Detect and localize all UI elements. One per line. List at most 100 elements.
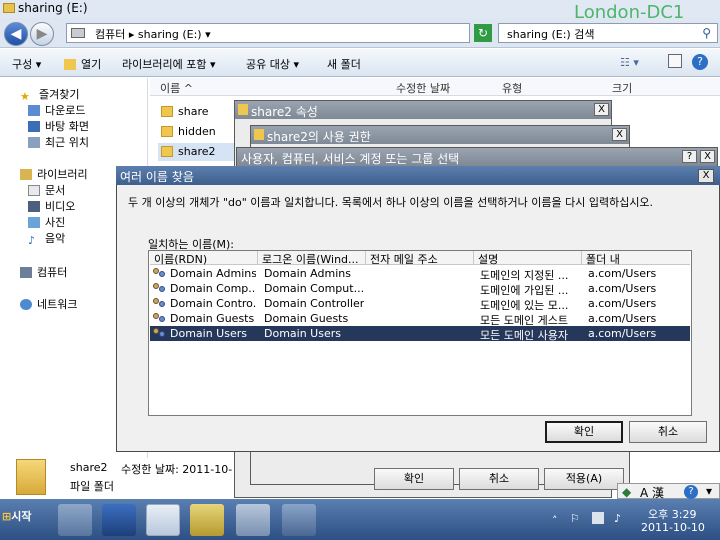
windows-logo-icon: ⊞: [2, 510, 12, 523]
nav-item-network[interactable]: 네트워크: [20, 296, 77, 312]
column-modified[interactable]: 수정한 날짜: [396, 80, 450, 96]
cell-folder: a.com/Users: [588, 297, 657, 310]
preview-pane-icon[interactable]: [668, 54, 682, 68]
forward-button[interactable]: ▶: [30, 22, 54, 46]
cell-folder: a.com/Users: [588, 312, 657, 325]
search-input[interactable]: sharing (E:) 검색 ⚲: [498, 23, 718, 43]
select-users-dialog-title: 사용자, 컴퓨터, 서비스 계정 또는 그룹 선택 ? X: [237, 148, 717, 166]
cell-folder: a.com/Users: [588, 267, 657, 280]
properties-cancel-button[interactable]: 취소: [459, 468, 539, 490]
nav-item-pictures[interactable]: 사진: [28, 214, 65, 230]
list-header-email[interactable]: 전자 메일 주소: [366, 251, 474, 266]
list-row[interactable]: Domain Guests Domain Guests 모든 도메인 게스트 a…: [150, 311, 690, 327]
include-library-button[interactable]: 라이브러리에 포함 ▾: [122, 56, 215, 72]
help-button[interactable]: ?: [682, 150, 697, 163]
explorer-taskbar-icon[interactable]: [146, 504, 180, 536]
ime-language-bar[interactable]: ◆ A 漢 ? ▾: [617, 483, 720, 500]
nav-item-videos[interactable]: 비디오: [28, 198, 75, 214]
list-row-selected[interactable]: Domain Users Domain Users 모든 도메인 사용자 a.c…: [150, 326, 690, 342]
cell-name: Domain Contro...: [170, 297, 256, 310]
properties-ok-button[interactable]: 확인: [374, 468, 454, 490]
download-icon: [28, 105, 40, 116]
nav-label: 문서: [45, 184, 66, 197]
help-icon[interactable]: ?: [684, 485, 698, 499]
clock-time[interactable]: 오후 3:29: [648, 506, 696, 522]
open-button[interactable]: 열기: [64, 56, 101, 72]
clock-date[interactable]: 2011-10-10: [641, 521, 705, 534]
nav-item-favorites[interactable]: ★ 즐겨찾기: [20, 86, 80, 103]
select-users-dialog: 사용자, 컴퓨터, 서비스 계정 또는 그룹 선택 ? X: [236, 147, 718, 167]
chevron-up-icon[interactable]: ˄: [552, 514, 558, 527]
close-button[interactable]: X: [698, 169, 714, 183]
help-icon[interactable]: ?: [692, 54, 708, 70]
ok-button[interactable]: 확인: [545, 421, 623, 443]
list-header-folder[interactable]: 폴더 내: [582, 251, 690, 266]
dialog-message: 두 개 이상의 개체가 "do" 이름과 일치합니다. 목록에서 하나 이상의 …: [128, 196, 654, 209]
new-folder-button[interactable]: 새 폴더: [327, 56, 361, 72]
list-row[interactable]: Domain Contro... Domain Controllers 도메인에…: [150, 296, 690, 312]
back-button[interactable]: ◀: [4, 22, 28, 46]
nav-item-libraries[interactable]: 라이브러리: [20, 166, 88, 182]
file-row-selected[interactable]: share2: [158, 143, 238, 161]
cell-description: 모든 도메인 사용자: [480, 329, 568, 342]
group-icon: [153, 313, 166, 324]
close-button[interactable]: X: [612, 128, 627, 141]
folder-icon: [161, 126, 173, 137]
nav-item-computer[interactable]: 컴퓨터: [20, 264, 67, 280]
flag-icon[interactable]: ⚐: [570, 512, 580, 525]
cancel-button[interactable]: 취소: [629, 421, 707, 443]
select-users-title-text: 사용자, 컴퓨터, 서비스 계정 또는 그룹 선택: [241, 152, 460, 166]
list-row[interactable]: Domain Comp... Domain Comput... 도메인에 가입된…: [150, 281, 690, 297]
computer-icon: [20, 267, 32, 278]
network-share-icon[interactable]: [236, 504, 270, 536]
start-button[interactable]: ⊞시작: [2, 508, 31, 524]
file-name: share: [178, 105, 209, 118]
list-header-logon[interactable]: 로그온 이름(Wind...: [258, 251, 366, 266]
nav-item-recent[interactable]: 최근 위치: [28, 134, 89, 150]
desktop-icon: [28, 121, 40, 132]
properties-title-text: share2 속성: [251, 105, 318, 119]
share-with-button[interactable]: 공유 대상 ▾: [246, 56, 299, 72]
speaker-icon[interactable]: ♪: [614, 512, 621, 525]
computer-management-icon[interactable]: [282, 504, 316, 536]
server-manager-icon[interactable]: [58, 504, 92, 536]
file-row[interactable]: share: [158, 103, 238, 121]
close-button[interactable]: X: [700, 150, 715, 163]
nav-item-documents[interactable]: 문서: [28, 182, 65, 198]
recent-places-icon: [28, 137, 40, 148]
file-row[interactable]: hidden: [158, 123, 238, 141]
nav-label: 즐겨찾기: [39, 88, 80, 101]
folder-icon: [3, 3, 15, 13]
chevron-down-icon[interactable]: ▾: [706, 484, 712, 498]
list-header-description[interactable]: 설명: [474, 251, 582, 266]
star-icon: ★: [20, 90, 30, 103]
network-icon: [20, 299, 32, 310]
video-icon: [28, 201, 40, 212]
nav-item-downloads[interactable]: 다운로드: [28, 102, 85, 118]
close-button[interactable]: X: [594, 103, 609, 116]
powershell-icon[interactable]: [102, 504, 136, 536]
search-placeholder: sharing (E:) 검색: [507, 28, 595, 41]
column-type[interactable]: 유형: [502, 80, 522, 96]
column-size[interactable]: 크기: [612, 80, 632, 96]
list-row[interactable]: Domain Admins Domain Admins 도메인의 지정된 ...…: [150, 266, 690, 282]
address-field[interactable]: 컴퓨터 ▸ sharing (E:) ▾: [66, 23, 470, 43]
organize-button[interactable]: 구성 ▾: [12, 56, 41, 72]
detail-modified: 수정한 날짜: 2011-10-: [121, 463, 233, 476]
open-folder-icon: [64, 59, 76, 70]
network-tray-icon[interactable]: [592, 512, 604, 524]
nav-item-music[interactable]: ♪ 음악: [28, 230, 65, 247]
cell-name: Domain Admins: [170, 267, 256, 280]
view-options-icon[interactable]: ☷ ▾: [620, 56, 639, 69]
refresh-button[interactable]: ↻: [474, 24, 492, 42]
cell-logon: Domain Comput...: [264, 282, 364, 295]
column-name[interactable]: 이름 ^: [160, 80, 193, 96]
properties-apply-button[interactable]: 적용(A): [544, 468, 624, 490]
list-header-name[interactable]: 이름(RDN): [150, 251, 258, 266]
tools-icon[interactable]: [190, 504, 224, 536]
search-icon[interactable]: ⚲: [702, 26, 711, 40]
folder-icon: [254, 129, 264, 140]
group-icon: [153, 328, 166, 339]
nav-item-desktop[interactable]: 바탕 화면: [28, 118, 89, 134]
ime-icon: ◆: [622, 485, 632, 499]
